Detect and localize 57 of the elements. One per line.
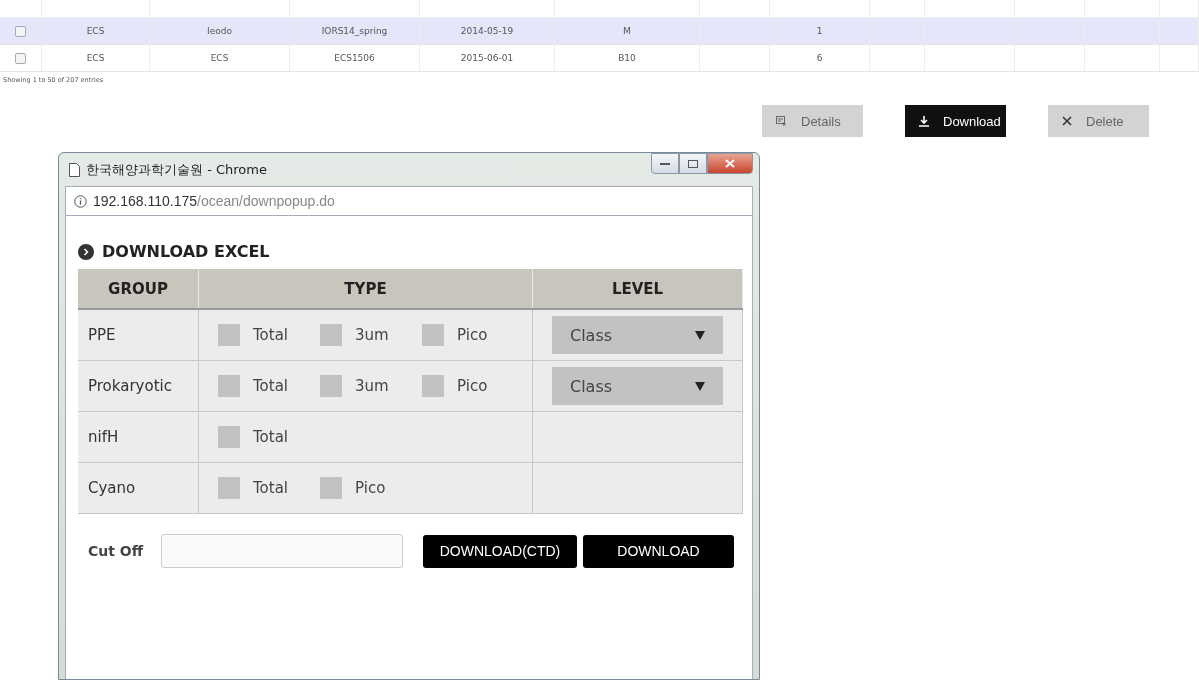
table-cell: 2015-06-01 [420, 45, 555, 71]
table-row[interactable]: ECS Ieodo IORS14_spring 2014-05-19 M 1 [0, 18, 1199, 45]
close-button[interactable] [707, 153, 753, 174]
close-icon [725, 159, 735, 168]
table-cell: B10 [555, 45, 700, 71]
table-cell: M [555, 18, 700, 44]
table-cell: Ieodo [150, 18, 290, 44]
column-header: TYPE [199, 269, 533, 308]
download-button[interactable]: DOWNLOAD [583, 534, 734, 568]
dropdown-icon [695, 330, 705, 340]
table-cell: ECS [150, 45, 290, 71]
dropdown-icon [695, 381, 705, 391]
type-checkbox[interactable]: Pico [422, 324, 524, 346]
type-checkbox[interactable]: Pico [320, 477, 422, 499]
table-cell: 6 [770, 45, 870, 71]
group-label: Cyano [88, 479, 136, 497]
section-heading: DOWNLOAD EXCEL [102, 242, 270, 261]
column-header: LEVEL [533, 269, 743, 308]
column-header: GROUP [78, 269, 199, 308]
download-button[interactable]: Download [905, 105, 1006, 137]
close-icon [1062, 116, 1072, 126]
cutoff-label: Cut Off [88, 543, 145, 559]
table-cell: IORS14_spring [290, 18, 420, 44]
type-checkbox[interactable]: Total [218, 324, 320, 346]
list-icon [776, 116, 787, 126]
minimize-button[interactable] [651, 153, 679, 174]
level-select[interactable]: Class [552, 316, 723, 354]
row-checkbox[interactable] [15, 52, 26, 64]
download-icon [919, 115, 929, 127]
download-button[interactable]: DOWNLOAD(CTD) [423, 534, 577, 568]
group-label: PPE [88, 326, 116, 344]
level-select[interactable]: Class [552, 367, 723, 405]
type-checkbox[interactable]: Pico [422, 375, 524, 397]
row-checkbox[interactable] [15, 25, 26, 37]
page-icon [69, 162, 80, 177]
delete-button[interactable]: Delete [1048, 105, 1149, 137]
address-bar[interactable]: 192.168.110.175/ocean/downpopup.do [65, 186, 753, 216]
type-checkbox[interactable]: 3um [320, 324, 422, 346]
type-checkbox[interactable]: Total [218, 375, 320, 397]
window-title: 한국해양과학기술원 - Chrome [86, 160, 267, 179]
chevron-circle-icon [78, 243, 94, 260]
cutoff-field[interactable] [161, 534, 403, 568]
table-cell: ECS1506 [290, 45, 420, 71]
info-icon [74, 194, 87, 208]
details-button[interactable]: Details [762, 105, 863, 137]
table-cell: 1 [770, 18, 870, 44]
type-checkbox[interactable]: Total [218, 477, 320, 499]
type-checkbox[interactable]: Total [218, 426, 320, 448]
table-cell: ECS [42, 45, 150, 71]
group-label: Prokaryotic [88, 377, 172, 395]
table-cell: ECS [42, 18, 150, 44]
type-checkbox[interactable]: 3um [320, 375, 422, 397]
maximize-icon [688, 159, 698, 168]
group-label: nifH [88, 428, 119, 446]
table-cell: 2014-05-19 [420, 18, 555, 44]
maximize-button[interactable] [679, 153, 707, 174]
table-row[interactable]: ECS ECS ECS1506 2015-06-01 B10 6 [0, 45, 1199, 72]
